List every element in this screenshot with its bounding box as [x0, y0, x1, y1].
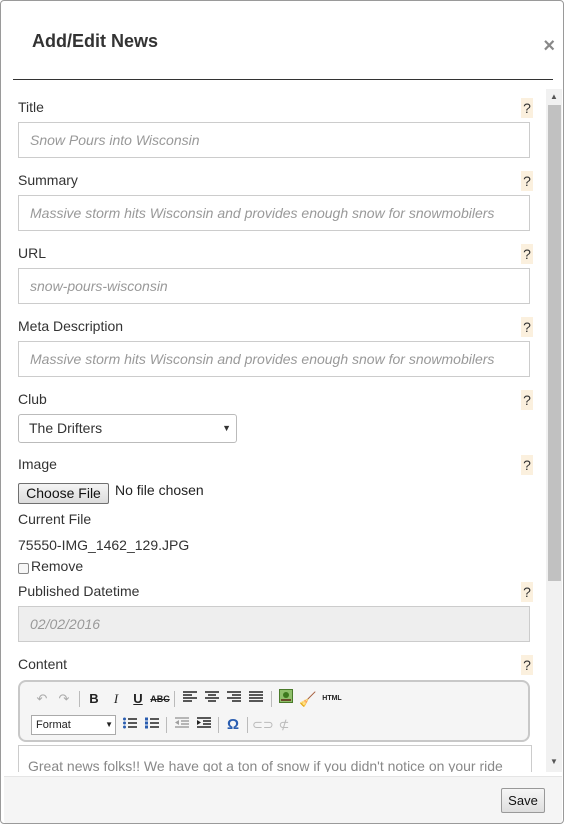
add-edit-news-modal: Add/Edit News × Title ? Snow Pours into …: [0, 0, 564, 824]
toolbar-divider: [218, 717, 219, 733]
modal-footer: Save: [4, 776, 562, 823]
bold-icon[interactable]: B: [84, 689, 104, 709]
current-file-name: 75550-IMG_1462_129.JPG: [18, 537, 190, 553]
chevron-down-icon: ▼: [105, 720, 113, 729]
align-right-icon[interactable]: [224, 689, 244, 709]
modal-body: Title ? Snow Pours into Wisconsin Summar…: [1, 89, 546, 772]
align-center-icon[interactable]: [202, 689, 222, 709]
scroll-up-icon[interactable]: ▲: [546, 89, 562, 105]
club-select-value: The Drifters: [29, 420, 103, 436]
help-icon[interactable]: ?: [521, 171, 533, 191]
club-label: Club: [18, 391, 47, 407]
remove-label: Remove: [31, 558, 84, 574]
url-label: URL: [18, 245, 47, 261]
outdent-icon[interactable]: [172, 715, 192, 735]
editor-toolbar: ↶ ↷ B I U ABC 🧹 HTML Format ▼ Ω ⊂⊃ ⊄: [18, 680, 530, 742]
url-input[interactable]: snow-pours-wisconsin: [18, 268, 530, 304]
redo-icon[interactable]: ↷: [54, 689, 74, 709]
strikethrough-icon[interactable]: ABC: [150, 689, 170, 709]
content-editor[interactable]: Great news folks!! We have got a ton of …: [18, 745, 532, 772]
align-justify-icon[interactable]: [246, 689, 266, 709]
scrollbar[interactable]: ▲ ▼: [546, 89, 562, 772]
help-icon[interactable]: ?: [521, 655, 533, 675]
toolbar-divider: [247, 717, 248, 733]
special-character-icon[interactable]: Ω: [223, 715, 243, 735]
scrollbar-thumb[interactable]: [548, 105, 561, 581]
help-icon[interactable]: ?: [521, 390, 533, 410]
toolbar-divider: [166, 717, 167, 733]
close-button[interactable]: ×: [543, 36, 555, 56]
undo-icon[interactable]: ↶: [32, 689, 52, 709]
help-icon[interactable]: ?: [521, 582, 533, 602]
published-datetime-label: Published Datetime: [18, 583, 140, 599]
bullet-list-icon[interactable]: [120, 715, 140, 735]
current-file-label: Current File: [18, 511, 92, 527]
save-button[interactable]: Save: [501, 788, 545, 813]
toolbar-divider: [79, 691, 80, 707]
link-icon[interactable]: ⊂⊃: [252, 715, 274, 735]
format-select[interactable]: Format ▼: [31, 715, 116, 735]
italic-icon[interactable]: I: [106, 689, 126, 709]
image-label: Image: [18, 456, 57, 472]
summary-input[interactable]: Massive storm hits Wisconsin and provide…: [18, 195, 530, 231]
numbered-list-icon[interactable]: [142, 715, 162, 735]
clear-formatting-icon[interactable]: 🧹: [298, 689, 318, 709]
unlink-icon[interactable]: ⊄: [274, 715, 294, 735]
scroll-down-icon[interactable]: ▼: [546, 754, 562, 770]
help-icon[interactable]: ?: [521, 455, 533, 475]
underline-icon[interactable]: U: [128, 689, 148, 709]
summary-label: Summary: [18, 172, 78, 188]
meta-description-input[interactable]: Massive storm hits Wisconsin and provide…: [18, 341, 530, 377]
align-left-icon[interactable]: [180, 689, 200, 709]
format-select-value: Format: [36, 719, 71, 731]
help-icon[interactable]: ?: [521, 98, 533, 118]
toolbar-row-2: Ω ⊂⊃ ⊄: [120, 715, 510, 735]
html-source-icon[interactable]: HTML: [320, 689, 344, 709]
title-label: Title: [18, 99, 44, 115]
help-icon[interactable]: ?: [521, 317, 533, 337]
meta-description-label: Meta Description: [18, 318, 124, 334]
chevron-down-icon: ▼: [222, 423, 231, 433]
remove-checkbox[interactable]: [18, 563, 29, 574]
no-file-text: No file chosen: [115, 482, 204, 498]
toolbar-divider: [174, 691, 175, 707]
title-input[interactable]: Snow Pours into Wisconsin: [18, 122, 530, 158]
content-label: Content: [18, 656, 68, 672]
toolbar-row-1: ↶ ↷ B I U ABC 🧹 HTML: [30, 689, 520, 709]
image-icon[interactable]: [276, 689, 296, 709]
modal-header: Add/Edit News ×: [13, 1, 555, 80]
club-select[interactable]: The Drifters ▼: [18, 414, 237, 443]
help-icon[interactable]: ?: [521, 244, 533, 264]
published-datetime-input: 02/02/2016: [18, 606, 530, 642]
toolbar-divider: [271, 691, 272, 707]
modal-title: Add/Edit News: [32, 31, 159, 51]
indent-icon[interactable]: [194, 715, 214, 735]
choose-file-button[interactable]: Choose File: [18, 483, 109, 504]
